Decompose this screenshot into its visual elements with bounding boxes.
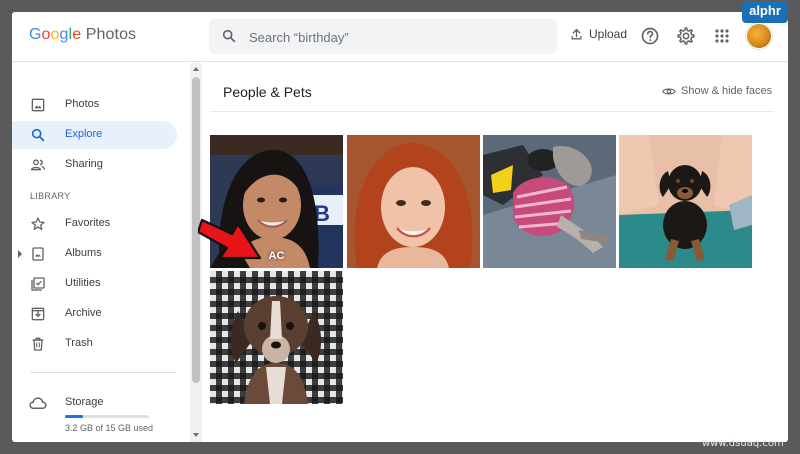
upload-button[interactable]: Upload (570, 27, 627, 41)
sidebar-item-label: Photos (65, 98, 100, 110)
search-box[interactable] (209, 19, 557, 54)
storage-usage-text: 3.2 GB of 15 GB used (65, 423, 154, 433)
google-photos-logo[interactable]: Google Photos (29, 26, 136, 44)
cloud-icon (29, 397, 47, 409)
archive-icon (31, 307, 45, 321)
scroll-down-arrow-icon[interactable] (193, 433, 199, 437)
top-bar: Google Photos Upload (12, 12, 788, 62)
face-photo-redhead (347, 135, 480, 268)
pet-photo-puppy-lap (619, 135, 752, 268)
face-tile-redhead[interactable] (347, 135, 480, 268)
sidebar-item-label: Sharing (65, 158, 103, 170)
sidebar-item-label: Favorites (65, 217, 111, 229)
sidebar-item-archive[interactable]: Archive (12, 300, 177, 328)
logo-letter: o (41, 26, 51, 43)
sidebar-item-utilities[interactable]: Utilities (12, 270, 177, 298)
sidebar-item-photos[interactable]: Photos (12, 91, 177, 119)
gear-icon[interactable] (676, 26, 696, 46)
sidebar-item-label: Archive (65, 307, 102, 319)
expand-caret-icon[interactable] (18, 250, 22, 258)
album-icon (32, 247, 44, 261)
search-input[interactable] (249, 27, 539, 47)
photo-icon (31, 98, 45, 112)
logo-letter: G (29, 26, 42, 43)
apps-grid-icon[interactable] (712, 26, 732, 46)
logo-letter: e (72, 26, 82, 43)
pet-tile-dachshund[interactable] (210, 271, 343, 404)
alphr-watermark-logo: alphr (742, 1, 788, 23)
app-window: Google Photos Upload (12, 12, 788, 442)
sidebar-item-sharing[interactable]: Sharing (12, 151, 177, 179)
people-icon (30, 159, 45, 171)
eye-icon (662, 88, 676, 94)
sidebar-item-albums[interactable]: Albums (12, 240, 177, 268)
show-hide-faces-label: Show & hide faces (681, 85, 773, 97)
logo-letter: o (50, 26, 60, 43)
logo-letter: g (59, 26, 69, 43)
sidebar-item-label: Explore (65, 128, 103, 140)
star-icon (31, 217, 45, 230)
logo-photos-text: Photos (85, 26, 137, 43)
checkbox-icon (31, 277, 45, 291)
sidebar: Photos Explore Sharing LIBRARY Favorites… (12, 63, 190, 442)
pet-tile-puppy-lap[interactable] (619, 135, 752, 268)
page-title: People & Pets (223, 84, 312, 100)
logo-google-text: Google (29, 26, 81, 43)
trash-icon (32, 337, 44, 351)
sidebar-item-label: Utilities (65, 277, 101, 289)
account-avatar[interactable] (746, 23, 772, 49)
show-hide-faces-button[interactable]: Show & hide faces (662, 85, 772, 97)
sidebar-item-label: Trash (65, 337, 93, 349)
pet-tile-dog-sweater[interactable] (483, 135, 616, 268)
content-divider (210, 111, 774, 112)
pet-photo-dachshund (210, 271, 343, 404)
pet-photo-dog-sweater (483, 135, 616, 268)
red-arrow-annotation (198, 218, 262, 260)
dsuaq-watermark: www.dsuaq.com (702, 438, 784, 449)
sidebar-item-label: Albums (65, 247, 102, 259)
sidebar-divider (30, 372, 176, 373)
sidebar-item-explore[interactable]: Explore (12, 121, 177, 149)
search-icon (31, 128, 45, 142)
search-icon (222, 29, 236, 43)
storage-progress-fill (65, 415, 83, 418)
upload-label: Upload (589, 27, 628, 41)
storage-progress-bar (65, 415, 149, 418)
help-icon[interactable] (640, 26, 660, 46)
library-section-label: LIBRARY (30, 191, 71, 201)
upload-icon (571, 28, 582, 39)
storage-label[interactable]: Storage (65, 396, 104, 408)
scroll-up-arrow-icon[interactable] (193, 67, 199, 71)
sidebar-item-trash[interactable]: Trash (12, 330, 177, 358)
sidebar-item-favorites[interactable]: Favorites (12, 210, 177, 238)
